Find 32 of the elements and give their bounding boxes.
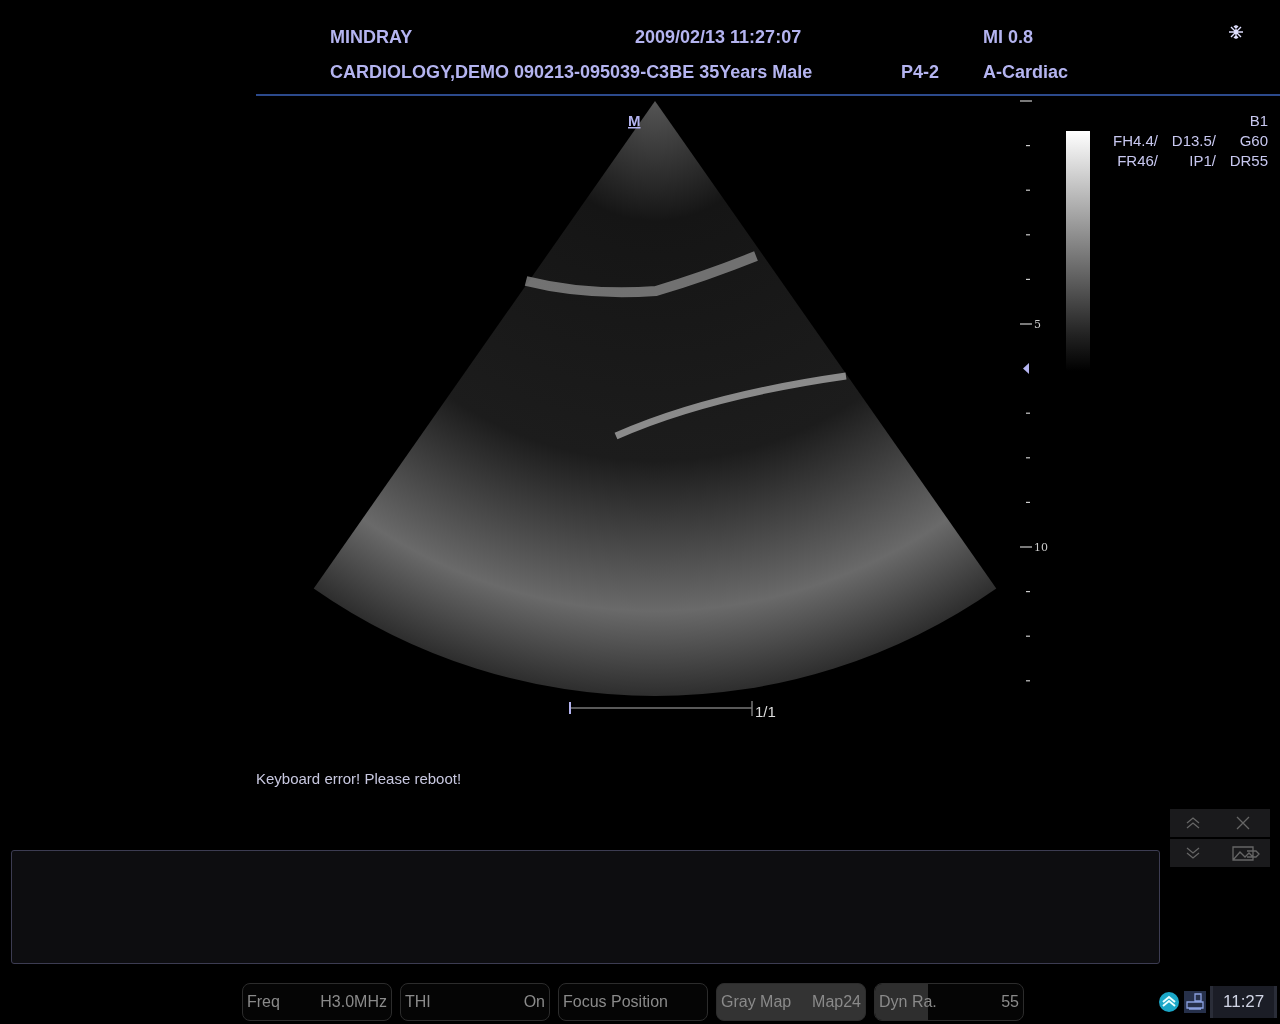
imaging-parameter: D13.5/ [1170, 131, 1216, 151]
imaging-parameter: FH4.4/ [1112, 131, 1158, 151]
imaging-parameter: IP1/ [1188, 151, 1216, 171]
chevron-up-button[interactable] [1170, 809, 1220, 837]
frame-counter: 1/1 [755, 703, 776, 720]
patient-info: CARDIOLOGY,DEMO 090213-095039-C3BE 35Years Male [330, 61, 814, 84]
snowflake-icon [1229, 24, 1243, 39]
error-message: Keyboard error! Please reboot! [256, 769, 463, 788]
imaging-parameter: FR46/ [1116, 151, 1158, 171]
focus-marker-icon [1023, 363, 1029, 374]
orientation-marker: M [628, 112, 641, 129]
parameter-control[interactable]: Freq H3.0MHz [242, 983, 392, 1021]
parameter-control[interactable]: Gray Map Map24 [716, 983, 866, 1021]
imaging-parameter: DR55 [1228, 151, 1268, 171]
exam-preset: A-Cardiac [983, 61, 1069, 84]
date-time: 2009/02/13 11:27:07 [635, 26, 803, 49]
chevron-down-button[interactable] [1170, 839, 1220, 867]
parameter-control[interactable]: THI On [400, 983, 550, 1021]
parameter-control[interactable]: Dyn Ra. 55 [874, 983, 1024, 1021]
clock: 11:27 [1210, 986, 1278, 1018]
parameter-control[interactable]: Focus Position [558, 983, 708, 1021]
printer-icon[interactable] [1184, 991, 1206, 1013]
brand-text: MINDRAY [330, 26, 414, 49]
imaging-mode: B1 [1248, 111, 1268, 131]
depth-label: 10 [1034, 541, 1048, 554]
image-export-button[interactable] [1220, 839, 1270, 867]
depth-label: 5 [1034, 318, 1041, 331]
probe-name: P4-2 [901, 61, 941, 84]
mechanical-index: MI 0.8 [983, 26, 1034, 49]
close-button[interactable] [1220, 809, 1270, 837]
image-export-icon [1229, 844, 1261, 862]
imaging-parameter: G60 [1238, 131, 1268, 151]
